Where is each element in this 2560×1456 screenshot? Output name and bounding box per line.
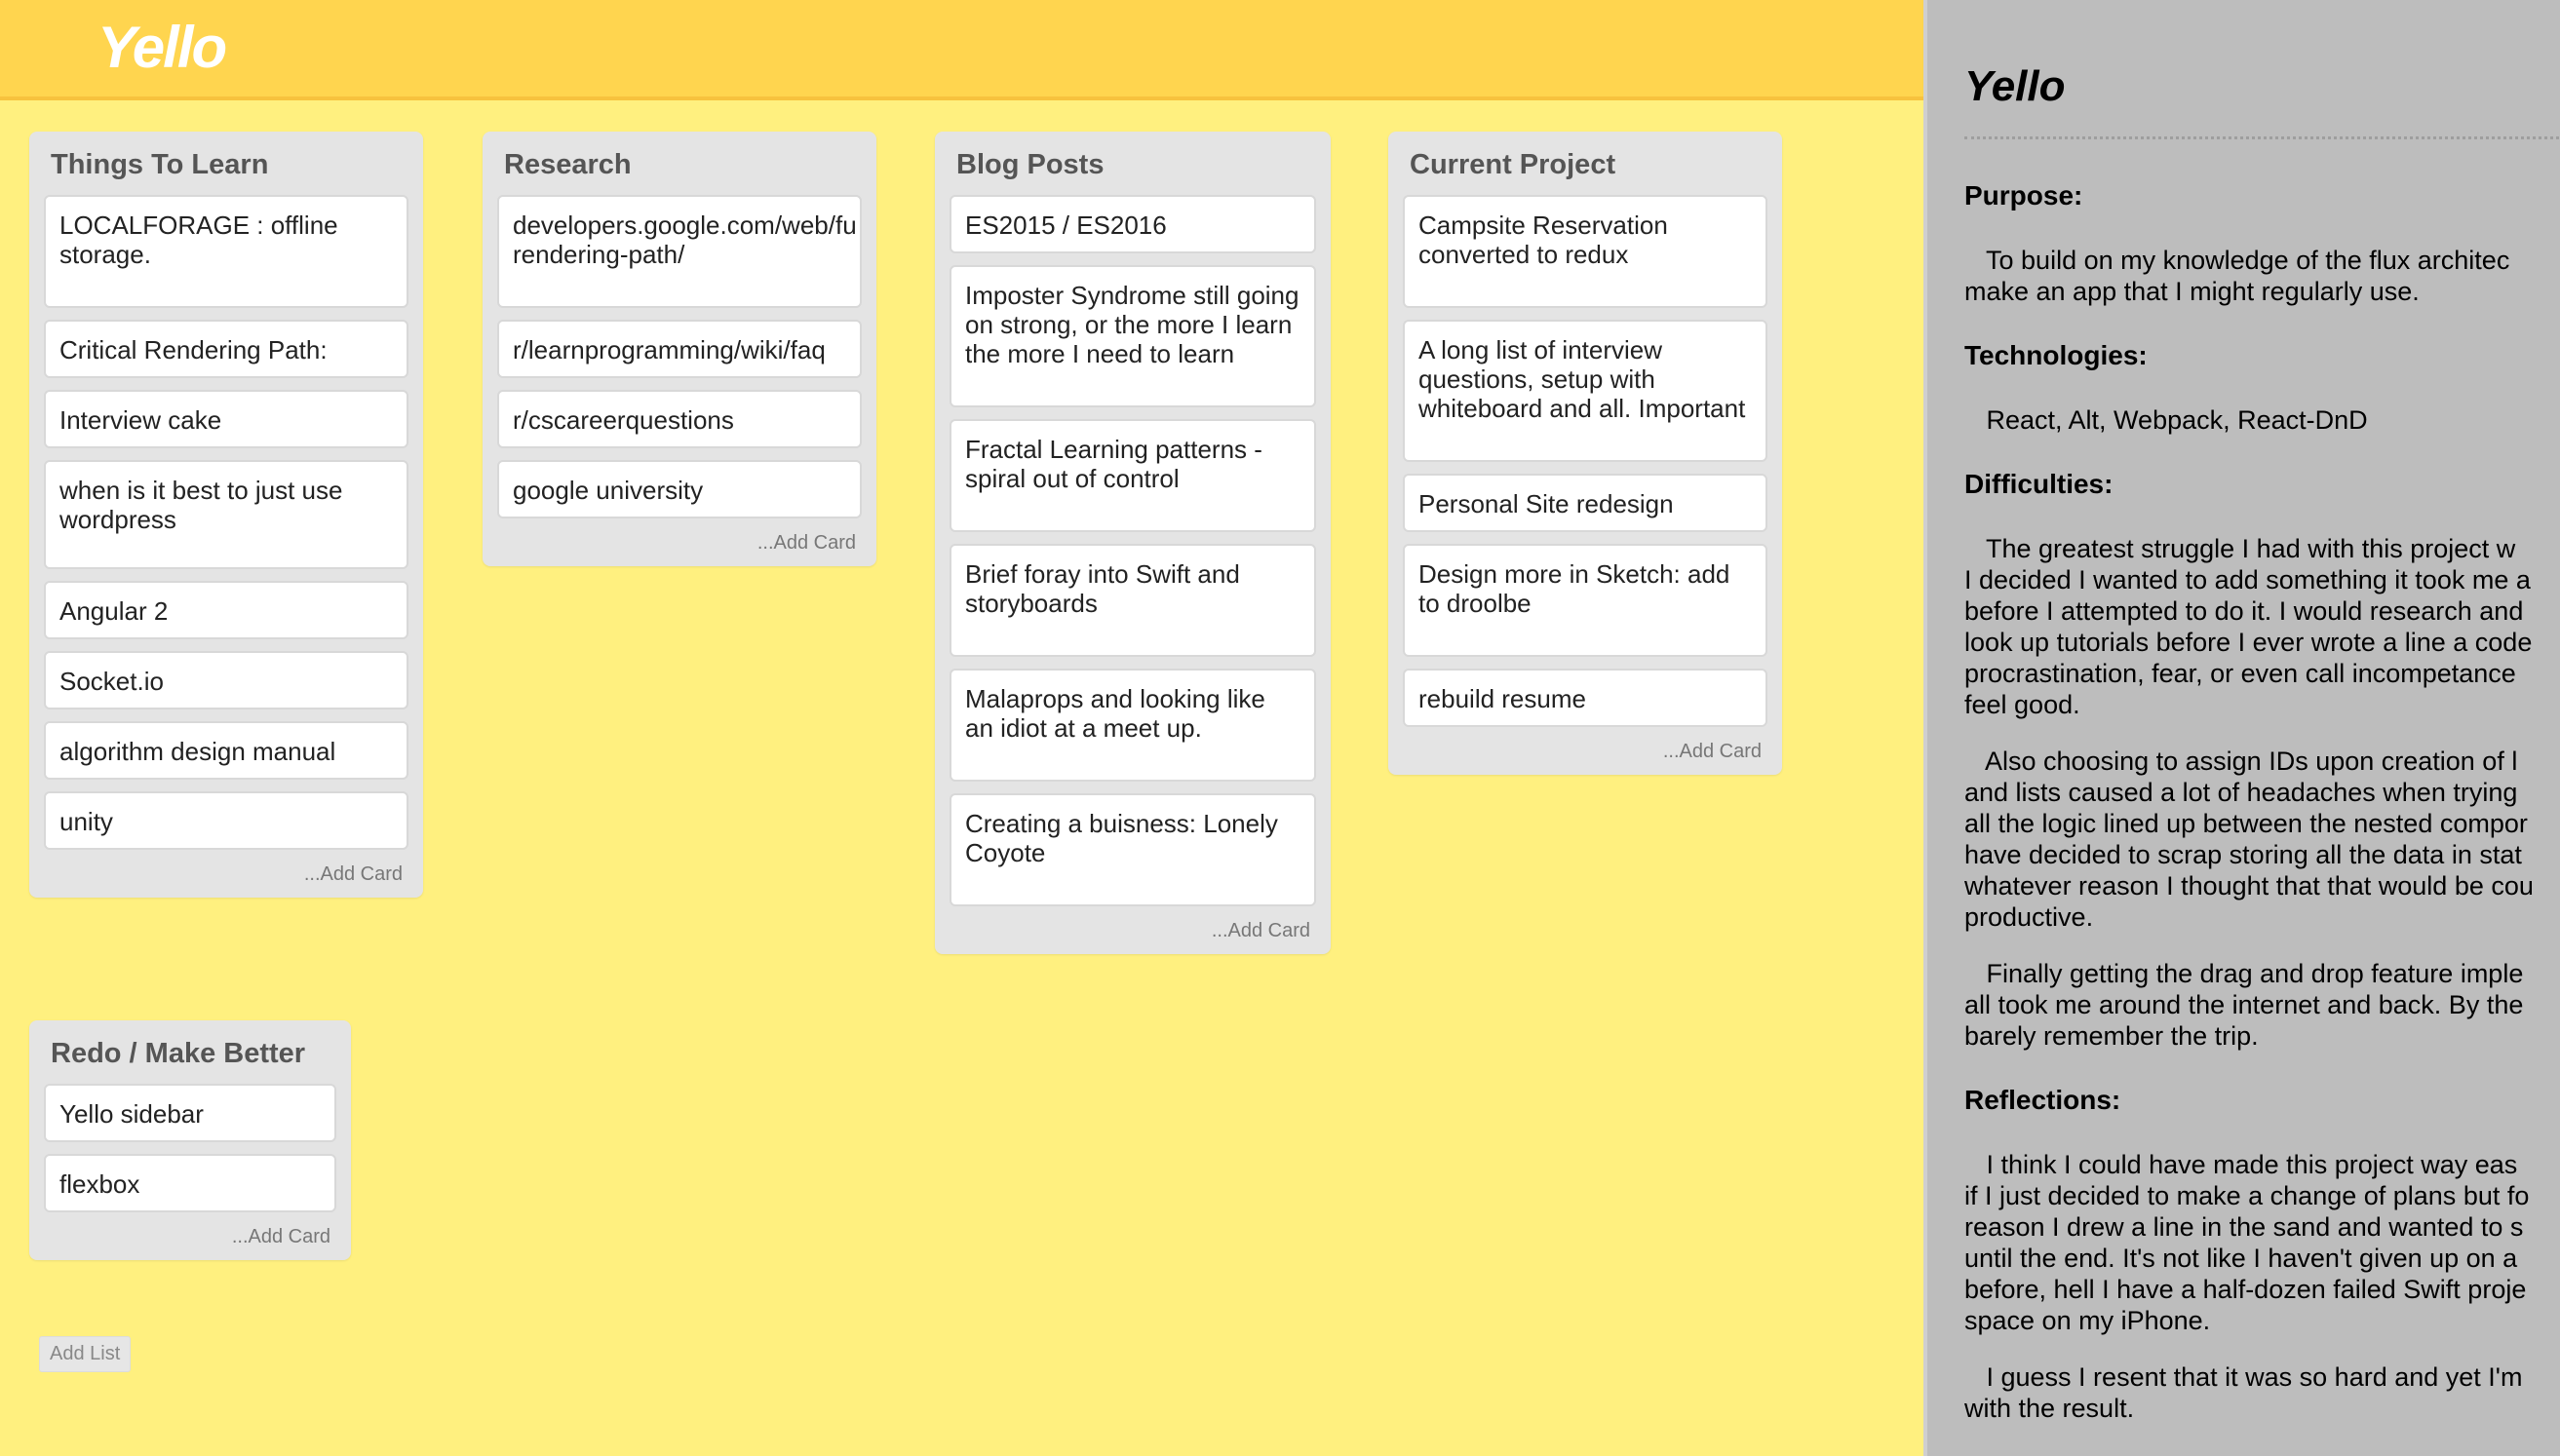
card[interactable]: Brief foray into Swift and storyboards	[950, 544, 1316, 657]
reflections-paragraph: I think I could have made this project w…	[1964, 1150, 2530, 1335]
technologies-heading: Technologies:	[1964, 340, 2148, 370]
list-things-to-learn: Things To Learn LOCALFORAGE : offline st…	[29, 132, 423, 898]
card[interactable]: flexbox	[44, 1154, 336, 1212]
card[interactable]: Malaprops and looking like an idiot at a…	[950, 669, 1316, 782]
card[interactable]: LOCALFORAGE : offline storage.	[44, 195, 408, 308]
card[interactable]: Yello sidebar	[44, 1084, 336, 1142]
difficulties-paragraph: Also choosing to assign IDs upon creatio…	[1964, 747, 2534, 932]
card[interactable]: Design more in Sketch: add to droolbe	[1403, 544, 1767, 657]
card[interactable]: when is it best to just use wordpress	[44, 460, 408, 569]
add-card-button[interactable]: ...Add Card	[44, 862, 408, 886]
list-redo-make-better: Redo / Make Better Yello sidebar flexbox…	[29, 1020, 351, 1260]
list-title[interactable]: Redo / Make Better	[44, 1020, 336, 1084]
difficulties-heading: Difficulties:	[1964, 469, 2114, 499]
card[interactable]: Creating a buisness: Lonely Coyote	[950, 793, 1316, 906]
card[interactable]: google university	[497, 460, 862, 518]
card[interactable]: Personal Site redesign	[1403, 474, 1767, 532]
list-blog-posts: Blog Posts ES2015 / ES2016 Imposter Synd…	[935, 132, 1331, 954]
card[interactable]: A long list of interview questions, setu…	[1403, 320, 1767, 462]
card[interactable]: developers.google.com/web/fu rendering-p…	[497, 195, 862, 308]
difficulties-paragraph: The greatest struggle I had with this pr…	[1964, 534, 2533, 719]
card[interactable]: unity	[44, 791, 408, 850]
add-card-button[interactable]: ...Add Card	[1403, 739, 1767, 763]
reflections-paragraph: I guess I resent that it was so hard and…	[1964, 1362, 2523, 1423]
purpose-text: To build on my knowledge of the flux arc…	[1964, 246, 2510, 306]
card[interactable]: Campsite Reservation converted to redux	[1403, 195, 1767, 308]
card[interactable]: algorithm design manual	[44, 721, 408, 780]
list-title[interactable]: Current Project	[1403, 132, 1767, 195]
card[interactable]: Critical Rendering Path:	[44, 320, 408, 378]
list-current-project: Current Project Campsite Reservation con…	[1388, 132, 1782, 775]
card[interactable]: Interview cake	[44, 390, 408, 448]
app-header: Yello	[0, 0, 1923, 100]
card[interactable]: Imposter Syndrome still going on strong,…	[950, 265, 1316, 407]
list-research: Research developers.google.com/web/fu re…	[483, 132, 876, 566]
board: Things To Learn LOCALFORAGE : offline st…	[0, 100, 1923, 1456]
card[interactable]: Socket.io	[44, 651, 408, 709]
card[interactable]: ES2015 / ES2016	[950, 195, 1316, 253]
card[interactable]: rebuild resume	[1403, 669, 1767, 727]
add-card-button[interactable]: ...Add Card	[950, 918, 1316, 942]
card[interactable]: Fractal Learning patterns - spiral out o…	[950, 419, 1316, 532]
app-logo[interactable]: Yello	[97, 14, 227, 81]
list-title[interactable]: Blog Posts	[950, 132, 1316, 195]
card[interactable]: r/cscareerquestions	[497, 390, 862, 448]
list-title[interactable]: Research	[497, 132, 862, 195]
list-title[interactable]: Things To Learn	[44, 132, 408, 195]
sidebar-divider	[1964, 136, 2560, 139]
add-card-button[interactable]: ...Add Card	[44, 1224, 336, 1248]
sidebar: Yello Purpose: To build on my knowledge …	[1923, 0, 2560, 1456]
difficulties-paragraph: Finally getting the drag and drop featur…	[1964, 959, 2524, 1051]
purpose-heading: Purpose:	[1964, 180, 2083, 211]
technologies-text: React, Alt, Webpack, React-DnD	[1964, 405, 2368, 435]
add-list-button[interactable]: Add List	[39, 1336, 132, 1372]
add-card-button[interactable]: ...Add Card	[497, 530, 862, 555]
sidebar-title: Yello	[1964, 62, 2066, 110]
card[interactable]: Angular 2	[44, 581, 408, 639]
reflections-heading: Reflections:	[1964, 1085, 2121, 1115]
card[interactable]: r/learnprogramming/wiki/faq	[497, 320, 862, 378]
